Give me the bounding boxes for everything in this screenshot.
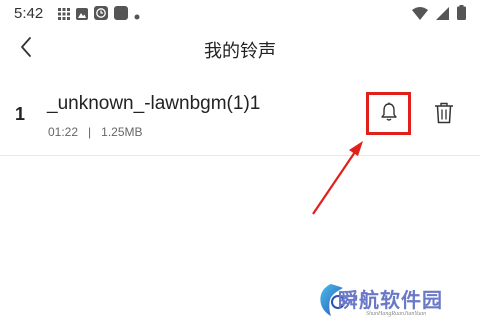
watermark-logo: 瞬航软件园 ShunHangRuanJianYuan bbox=[316, 280, 476, 324]
cellular-signal-icon bbox=[436, 5, 449, 24]
status-bar: 5:42 bbox=[0, 0, 480, 28]
grid-app-icon bbox=[58, 5, 70, 24]
notification-icons bbox=[58, 5, 140, 24]
track-size: 1.25MB bbox=[101, 125, 143, 139]
watermark-subtext: ShunHangRuanJianYuan bbox=[366, 311, 427, 317]
dot-indicator-icon bbox=[134, 5, 140, 24]
watermark-text: 瞬航软件园 bbox=[338, 288, 443, 312]
battery-icon bbox=[457, 4, 466, 24]
wifi-icon bbox=[412, 5, 428, 24]
meta-separator: | bbox=[88, 125, 92, 139]
status-time: 5:42 bbox=[14, 5, 44, 22]
track-duration: 01:22 bbox=[48, 125, 79, 139]
clock-app-icon bbox=[94, 5, 108, 24]
list-item[interactable]: 1 _unknown_-lawnbgm(1)1 01:22 | 1.25MB bbox=[0, 80, 480, 156]
app-square-icon bbox=[114, 5, 128, 24]
gallery-notification-icon bbox=[76, 5, 88, 24]
page-title: 我的铃声 bbox=[204, 41, 276, 62]
track-meta: 01:22 | 1.25MB bbox=[48, 125, 143, 139]
app-bar: 我的铃声 bbox=[0, 28, 480, 70]
set-ringtone-button[interactable] bbox=[366, 92, 411, 135]
bell-icon bbox=[380, 102, 398, 126]
track-index: 1 bbox=[15, 104, 26, 124]
system-icons bbox=[412, 4, 466, 24]
track-name: _unknown_-lawnbgm(1)1 bbox=[47, 93, 261, 114]
delete-button[interactable] bbox=[432, 102, 456, 128]
trash-icon bbox=[434, 102, 454, 128]
